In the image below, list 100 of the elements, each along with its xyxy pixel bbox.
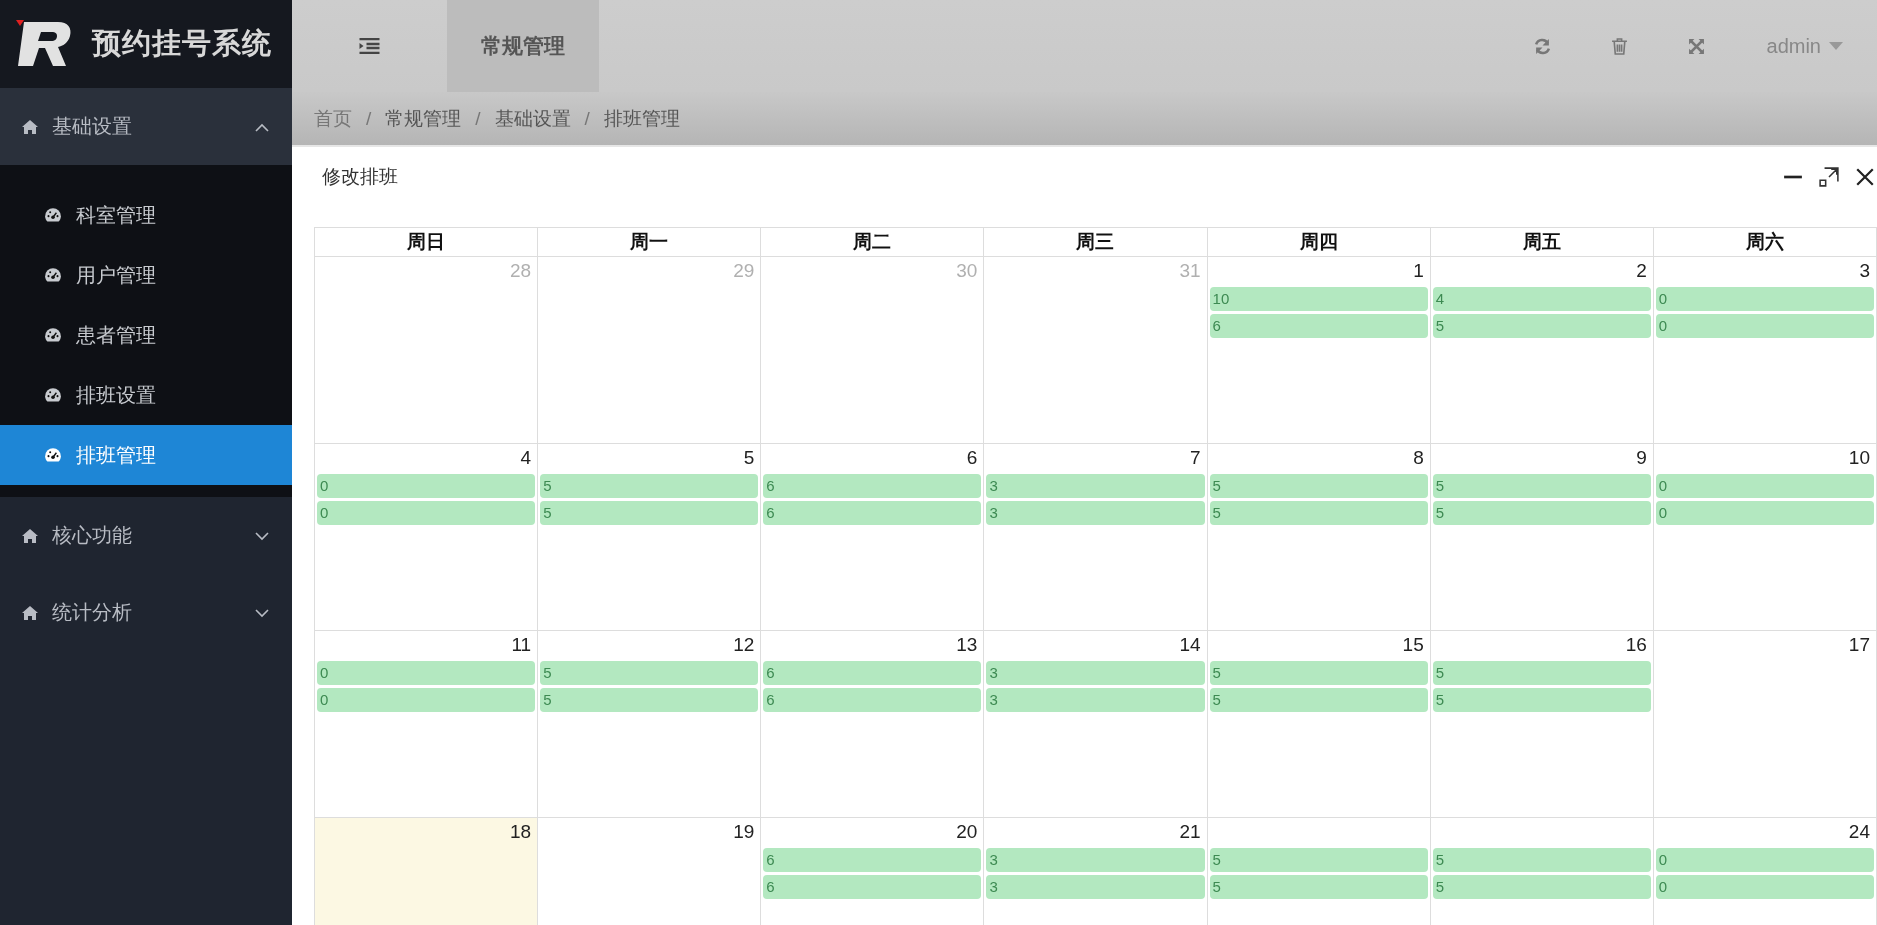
maximize-icon[interactable] bbox=[1819, 167, 1839, 187]
schedule-event[interactable]: 6 bbox=[763, 501, 982, 525]
schedule-event[interactable]: 5 bbox=[540, 688, 759, 712]
schedule-event[interactable]: 5 bbox=[540, 474, 759, 498]
schedule-event[interactable]: 5 bbox=[1432, 474, 1651, 498]
breadcrumb-link[interactable]: 常规管理 bbox=[385, 105, 462, 132]
chevron-down-icon bbox=[254, 530, 270, 541]
schedule-event[interactable]: 0 bbox=[1655, 875, 1874, 899]
schedule-event[interactable]: 5 bbox=[1209, 688, 1428, 712]
day-number: 13 bbox=[956, 634, 979, 657]
user-menu[interactable]: admin bbox=[1734, 0, 1877, 92]
schedule-event[interactable]: 0 bbox=[317, 661, 536, 685]
schedule-event[interactable]: 0 bbox=[317, 688, 536, 712]
day-number: 29 bbox=[733, 260, 756, 283]
schedule-event[interactable]: 3 bbox=[986, 848, 1205, 872]
schedule-event[interactable]: 10 bbox=[1209, 287, 1428, 311]
day-number: 30 bbox=[956, 260, 979, 283]
schedule-event[interactable]: 5 bbox=[1432, 688, 1651, 712]
schedule-event[interactable]: 5 bbox=[1209, 501, 1428, 525]
schedule-event[interactable]: 0 bbox=[317, 474, 536, 498]
schedule-event[interactable]: 0 bbox=[1655, 287, 1874, 311]
breadcrumb-separator: / bbox=[584, 107, 590, 130]
schedule-event[interactable]: 0 bbox=[317, 501, 536, 525]
schedule-event[interactable]: 3 bbox=[986, 875, 1205, 899]
day-number: 24 bbox=[1848, 821, 1871, 844]
schedule-event[interactable]: 5 bbox=[540, 501, 759, 525]
schedule-event[interactable]: 6 bbox=[763, 688, 982, 712]
day-number: 21 bbox=[1179, 821, 1202, 844]
menu-item[interactable]: 排班设置 bbox=[0, 365, 292, 425]
menu-group[interactable]: 统计分析 bbox=[0, 574, 292, 651]
day-number: 9 bbox=[1636, 447, 1648, 470]
day-number: 3 bbox=[1859, 260, 1871, 283]
schedule-event[interactable]: 0 bbox=[1655, 314, 1874, 338]
refresh-icon[interactable] bbox=[1533, 37, 1551, 55]
menu-group[interactable]: 核心功能 bbox=[0, 497, 292, 574]
day-number: 31 bbox=[1179, 260, 1202, 283]
schedule-event[interactable]: 4 bbox=[1432, 287, 1651, 311]
schedule-event[interactable]: 5 bbox=[1432, 314, 1651, 338]
chevron-up-icon bbox=[254, 121, 270, 132]
panel-title: 修改排班 bbox=[322, 165, 399, 189]
schedule-event[interactable]: 5 bbox=[1209, 875, 1428, 899]
gauge-icon bbox=[44, 446, 62, 464]
day-number: 19 bbox=[733, 821, 756, 844]
schedule-event[interactable]: 3 bbox=[986, 501, 1205, 525]
breadcrumb-separator: / bbox=[475, 107, 481, 130]
caret-icon bbox=[1829, 42, 1843, 50]
day-number: 2 bbox=[1636, 260, 1648, 283]
day-number: 15 bbox=[1402, 634, 1425, 657]
day-number: 8 bbox=[1413, 447, 1425, 470]
gauge-icon bbox=[44, 386, 62, 404]
schedule-event[interactable]: 5 bbox=[1209, 474, 1428, 498]
schedule-event[interactable]: 6 bbox=[763, 848, 982, 872]
breadcrumb-link[interactable]: 首页 bbox=[314, 105, 352, 132]
menu-group[interactable]: 基础设置 bbox=[0, 88, 292, 165]
gauge-icon bbox=[44, 326, 62, 344]
home-icon bbox=[22, 604, 38, 621]
day-number: 4 bbox=[520, 447, 533, 470]
schedule-event[interactable]: 5 bbox=[1432, 848, 1651, 872]
schedule-event[interactable]: 5 bbox=[1432, 875, 1651, 899]
day-number: 7 bbox=[1190, 447, 1202, 470]
day-number: 5 bbox=[743, 447, 756, 470]
schedule-event[interactable]: 3 bbox=[986, 688, 1205, 712]
schedule-event[interactable]: 6 bbox=[763, 661, 982, 685]
breadcrumb-separator: / bbox=[366, 107, 372, 130]
day-number: 17 bbox=[1848, 634, 1871, 657]
day-number: 10 bbox=[1848, 447, 1871, 470]
schedule-event[interactable]: 0 bbox=[1655, 501, 1874, 525]
day-number: 20 bbox=[956, 821, 979, 844]
gauge-icon bbox=[44, 206, 62, 224]
home-icon bbox=[22, 118, 38, 135]
nav-tab[interactable]: 常规管理 bbox=[447, 0, 599, 92]
schedule-event[interactable]: 6 bbox=[763, 875, 982, 899]
schedule-event[interactable]: 3 bbox=[986, 661, 1205, 685]
menu-item[interactable]: 排班管理 bbox=[0, 425, 292, 485]
schedule-event[interactable]: 0 bbox=[1655, 474, 1874, 498]
day-number: 1 bbox=[1413, 260, 1425, 283]
app-title: 预约挂号系统 bbox=[92, 26, 272, 61]
schedule-event[interactable]: 5 bbox=[540, 661, 759, 685]
schedule-event[interactable]: 5 bbox=[1432, 501, 1651, 525]
breadcrumb-link[interactable]: 基础设置 bbox=[494, 105, 571, 132]
day-number: 11 bbox=[511, 634, 533, 657]
schedule-event[interactable]: 6 bbox=[763, 474, 982, 498]
day-number: 12 bbox=[733, 634, 756, 657]
schedule-event[interactable]: 6 bbox=[1209, 314, 1428, 338]
schedule-event[interactable]: 0 bbox=[1655, 848, 1874, 872]
day-number: 18 bbox=[510, 821, 533, 844]
schedule-event[interactable]: 5 bbox=[1209, 848, 1428, 872]
menu-item[interactable]: 用户管理 bbox=[0, 245, 292, 305]
fullscreen-icon[interactable] bbox=[1687, 37, 1705, 55]
schedule-event[interactable]: 5 bbox=[1209, 661, 1428, 685]
menu-item[interactable]: 科室管理 bbox=[0, 185, 292, 245]
schedule-event[interactable]: 5 bbox=[1432, 661, 1651, 685]
menu-item[interactable]: 患者管理 bbox=[0, 305, 292, 365]
schedule-event[interactable]: 3 bbox=[986, 474, 1205, 498]
chevron-down-icon bbox=[254, 607, 270, 618]
day-number: 28 bbox=[510, 260, 533, 283]
gauge-icon bbox=[44, 266, 62, 284]
trash-icon[interactable] bbox=[1610, 37, 1628, 55]
close-icon[interactable] bbox=[1855, 167, 1875, 187]
day-number: 16 bbox=[1625, 634, 1648, 657]
